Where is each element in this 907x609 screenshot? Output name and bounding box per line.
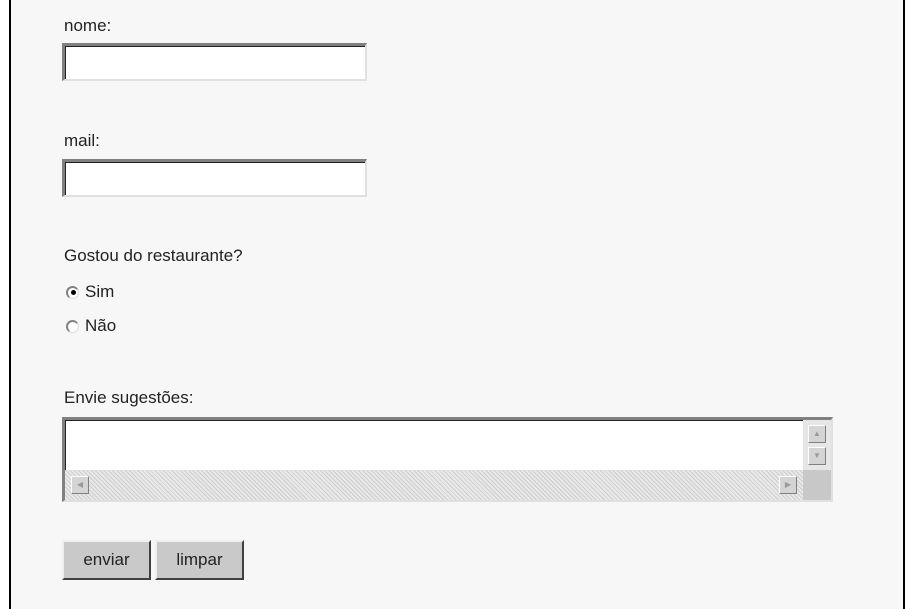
nome-input[interactable]: [62, 43, 367, 81]
nome-label: nome:: [64, 16, 112, 35]
submit-button[interactable]: enviar: [62, 540, 151, 580]
vertical-scrollbar[interactable]: ▲ ▼: [803, 420, 831, 470]
radio-option-sim[interactable]: Sim: [66, 282, 114, 302]
scrollbar-corner: [803, 470, 831, 500]
radio-selected-dot: [70, 290, 76, 295]
radio-sim[interactable]: [66, 285, 79, 299]
mail-input[interactable]: [62, 159, 367, 197]
page-frame: [9, 0, 905, 609]
question-label: Gostou do restaurante?: [64, 246, 243, 265]
suggestions-textarea[interactable]: ▲ ▼ ◀ ▶: [62, 417, 833, 502]
radio-option-nao[interactable]: Não: [66, 316, 116, 336]
arrow-left-icon[interactable]: ◀: [71, 476, 89, 494]
radio-sim-label: Sim: [85, 282, 115, 301]
radio-nao[interactable]: [66, 319, 79, 333]
arrow-up-icon[interactable]: ▲: [808, 425, 826, 443]
arrow-right-icon[interactable]: ▶: [779, 476, 797, 494]
reset-button[interactable]: limpar: [155, 540, 244, 580]
suggestions-label: Envie sugestões:: [64, 388, 194, 407]
horizontal-scrollbar[interactable]: ◀ ▶: [65, 470, 803, 500]
radio-nao-label: Não: [85, 316, 117, 335]
mail-label: mail:: [64, 131, 100, 150]
arrow-down-icon[interactable]: ▼: [808, 447, 826, 465]
